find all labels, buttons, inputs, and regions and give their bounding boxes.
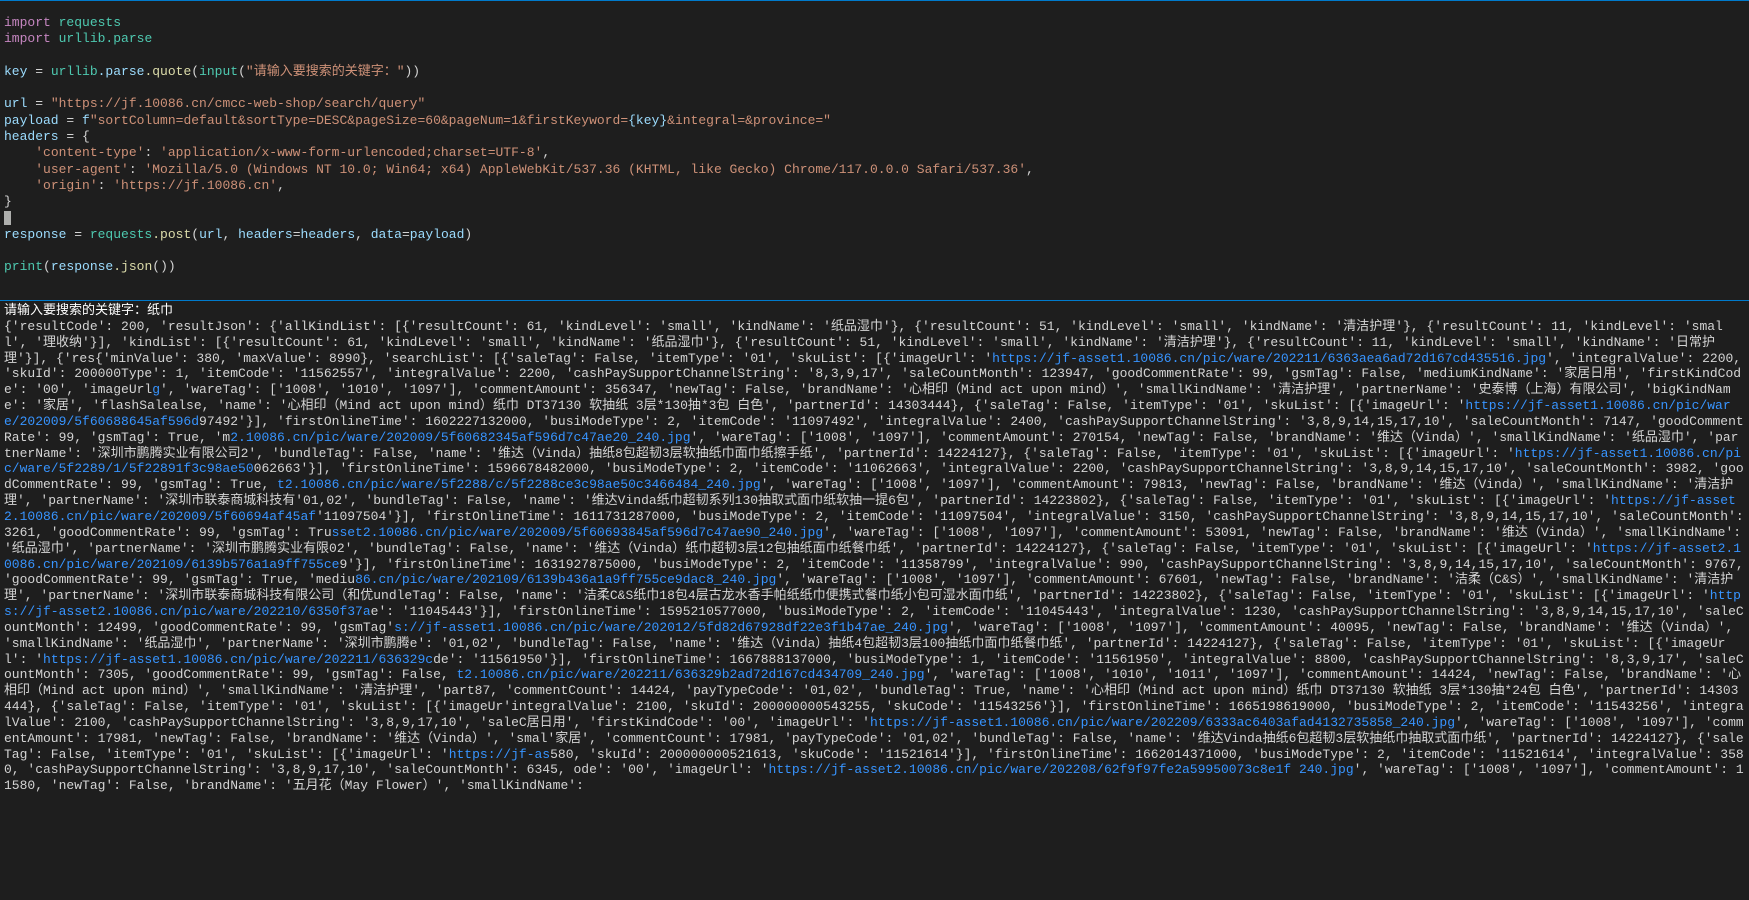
kwarg: headers — [238, 227, 293, 242]
terminal-output[interactable]: 请输入要搜索的关键字：纸巾 {'resultCode': 200, 'resul… — [0, 300, 1749, 900]
dict-key: 'origin' — [35, 178, 97, 193]
string: &integral=&province=" — [667, 113, 831, 128]
terminal-url[interactable]: https://jf-asset1.10086.cn/pic/ware/2022… — [43, 652, 433, 667]
keyword-import: import — [4, 15, 51, 30]
paren: ()) — [152, 259, 175, 274]
terminal-url[interactable]: https://jf-asset1.10086.cn/pic/ware/2022… — [870, 715, 1455, 730]
arg: payload — [410, 227, 465, 242]
colon: : — [144, 145, 160, 160]
variable: key — [4, 64, 27, 79]
dict-value: 'https://jf.10086.cn' — [113, 178, 277, 193]
code-line[interactable]: } — [4, 194, 1745, 210]
variable: payload — [4, 113, 59, 128]
comma: , — [1026, 162, 1034, 177]
code-line[interactable]: headers = { — [4, 129, 1745, 145]
code-line[interactable]: import urllib.parse — [4, 31, 1745, 47]
module: urllib — [51, 64, 98, 79]
paren: ( — [191, 227, 199, 242]
keyword-import: import — [4, 31, 51, 46]
variable: response — [51, 259, 113, 274]
comma: , — [542, 145, 550, 160]
terminal-url[interactable]: t2.10086.cn/pic/ware/202211/636329b2ad72… — [456, 667, 924, 682]
code-line[interactable]: payload = f"sortColumn=default&sortType=… — [4, 113, 1745, 129]
string: "https://jf.10086.cn/cmcc-web-shop/searc… — [51, 96, 425, 111]
terminal-url[interactable]: https://jf-asset1.10086.cn/pic/ware/2022… — [992, 351, 1546, 366]
builtin: input — [199, 64, 238, 79]
operator: = — [59, 129, 82, 144]
operator: = — [27, 64, 50, 79]
property: .parse — [98, 64, 145, 79]
equals: = — [402, 227, 410, 242]
variable: headers — [4, 129, 59, 144]
terminal-url[interactable]: s://jf-asset1.10086.cn/pic/ware/202012/5… — [394, 620, 948, 635]
variable: url — [4, 96, 27, 111]
comma: , — [355, 227, 371, 242]
text-cursor — [4, 211, 11, 225]
terminal-input-prompt: 请输入要搜索的关键字：纸巾 — [4, 303, 173, 318]
paren: ) — [464, 227, 472, 242]
string: "请输入要搜索的关键字：" — [246, 64, 405, 79]
paren: ( — [191, 64, 199, 79]
terminal-url[interactable]: 86.cn/pic/ware/202109/6139b436a1a9ff755c… — [355, 572, 776, 587]
code-line[interactable] — [4, 80, 1745, 96]
comma: , — [277, 178, 285, 193]
terminal-url[interactable]: 2.10086.cn/pic/ware/202009/5f60682345af5… — [230, 430, 690, 445]
code-line[interactable]: 'user-agent': 'Mozilla/5.0 (Windows NT 1… — [4, 162, 1745, 178]
brace: } — [4, 194, 12, 209]
operator: = — [66, 227, 89, 242]
equals: = — [293, 227, 301, 242]
variable: response — [4, 227, 66, 242]
colon: : — [129, 162, 145, 177]
code-line[interactable]: url = "https://jf.10086.cn/cmcc-web-shop… — [4, 96, 1745, 112]
code-line[interactable]: key = urllib.parse.quote(input("请输入要搜索的关… — [4, 64, 1745, 80]
dict-value: 'application/x-www-form-urlencoded;chars… — [160, 145, 542, 160]
code-line[interactable] — [4, 48, 1745, 64]
fstring-prefix: f — [82, 113, 90, 128]
f-interp: {key} — [628, 113, 667, 128]
dict-key: 'content-type' — [35, 145, 144, 160]
function: .quote — [144, 64, 191, 79]
method: .json — [113, 259, 152, 274]
operator: = — [59, 113, 82, 128]
code-line[interactable]: 'origin': 'https://jf.10086.cn', — [4, 178, 1745, 194]
terminal-url[interactable]: t2.10086.cn/pic/ware/5f2288/c/5f2288ce3c… — [277, 477, 761, 492]
paren: ( — [238, 64, 246, 79]
terminal-url[interactable]: g — [152, 382, 160, 397]
code-line[interactable] — [4, 211, 1745, 227]
paren: )) — [405, 64, 421, 79]
module: requests — [59, 15, 121, 30]
comma: , — [222, 227, 238, 242]
kwarg: data — [371, 227, 402, 242]
terminal-url[interactable]: sset2.10086.cn/pic/ware/202009/5f6069384… — [332, 525, 823, 540]
module: urllib.parse — [59, 31, 153, 46]
operator: = — [27, 96, 50, 111]
dict-value: 'Mozilla/5.0 (Windows NT 10.0; Win64; x6… — [144, 162, 1026, 177]
code-line[interactable]: response = requests.post(url, headers=he… — [4, 227, 1745, 243]
terminal-url[interactable]: https://jf-asset2.10086.cn/pic/ware/2022… — [769, 762, 1354, 777]
string: "sortColumn=default&sortType=DESC&pageSi… — [90, 113, 628, 128]
code-line[interactable]: import requests — [4, 15, 1745, 31]
arg: url — [199, 227, 222, 242]
dict-key: 'user-agent' — [35, 162, 129, 177]
builtin: print — [4, 259, 43, 274]
brace: { — [82, 129, 90, 144]
code-editor[interactable]: import requests import urllib.parse key … — [0, 0, 1749, 300]
colon: : — [98, 178, 114, 193]
terminal-url[interactable]: https://jf-as — [449, 747, 550, 762]
paren: ( — [43, 259, 51, 274]
module: requests — [90, 227, 152, 242]
code-line[interactable]: 'content-type': 'application/x-www-form-… — [4, 145, 1745, 161]
code-line[interactable]: print(response.json()) — [4, 259, 1745, 275]
function: .post — [152, 227, 191, 242]
code-line[interactable] — [4, 243, 1745, 259]
arg: headers — [301, 227, 356, 242]
